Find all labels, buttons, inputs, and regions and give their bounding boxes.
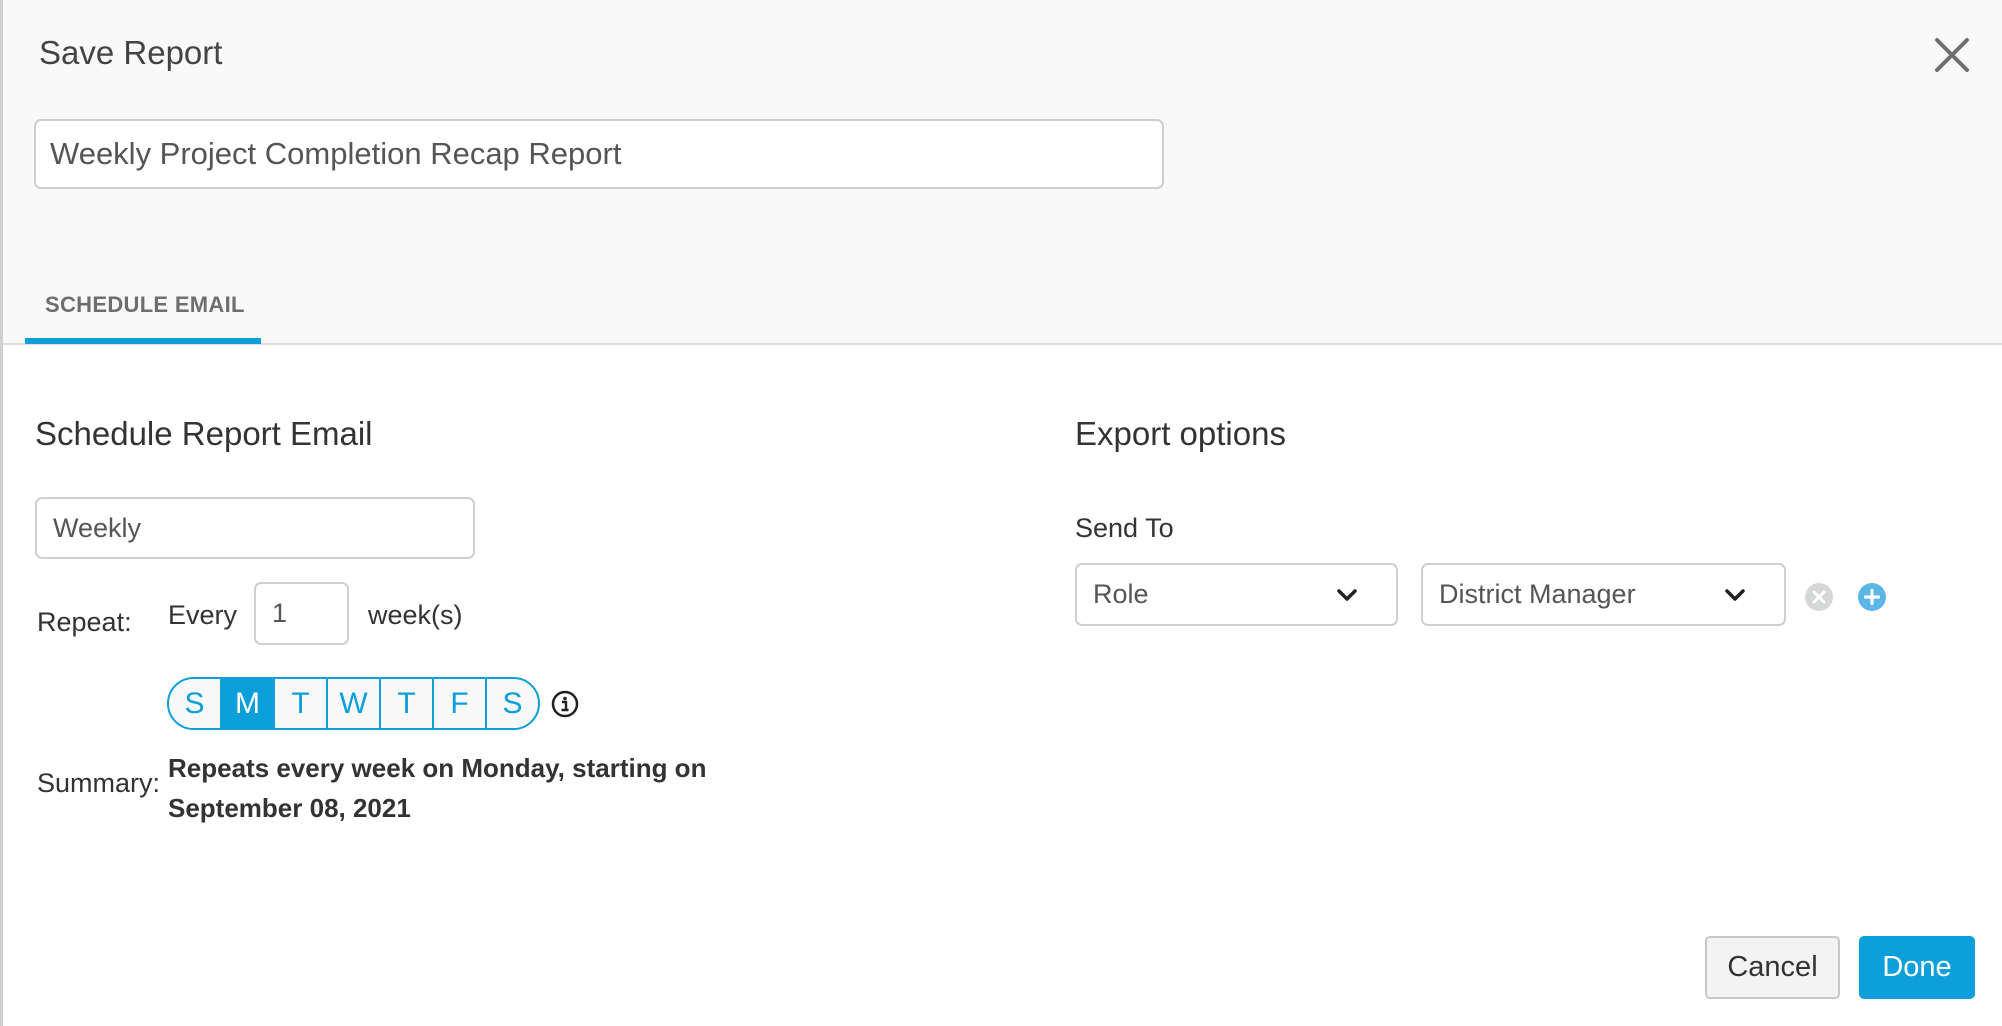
recipient-value-select[interactable]: District Manager [1421, 563, 1786, 626]
cancel-button[interactable]: Cancel [1705, 936, 1840, 999]
tab-label: SCHEDULE EMAIL [45, 292, 245, 317]
frequency-value: Weekly [53, 512, 142, 543]
day-tuesday[interactable]: T [275, 679, 328, 728]
summary-line-2: September 08, 2021 [168, 793, 411, 823]
day-monday[interactable]: M [222, 679, 275, 728]
report-name-input[interactable] [34, 119, 1164, 189]
repeat-label: Repeat: [37, 607, 132, 637]
recipient-type-value: Role [1093, 579, 1149, 609]
schedule-section-title: Schedule Report Email [35, 415, 373, 452]
day-saturday[interactable]: S [487, 679, 538, 728]
interval-unit-label: week(s) [368, 600, 463, 630]
day-wednesday[interactable]: W [328, 679, 381, 728]
day-sunday[interactable]: S [169, 679, 222, 728]
dialog-header: Save Report SCHEDULE EMAIL [3, 0, 2002, 345]
schedule-summary: Repeats every week on Monday, starting o… [168, 748, 768, 828]
info-icon[interactable] [551, 690, 579, 718]
recipient-type-select[interactable]: Role [1075, 563, 1398, 626]
day-friday[interactable]: F [434, 679, 487, 728]
interval-value: 1 [272, 598, 288, 628]
summary-line-1: Repeats every week on Monday, starting o… [168, 753, 707, 783]
recipient-value: District Manager [1439, 579, 1636, 609]
day-thursday[interactable]: T [381, 679, 434, 728]
chevron-down-icon [1725, 588, 1745, 601]
remove-recipient-icon[interactable] [1805, 583, 1833, 611]
done-button[interactable]: Done [1859, 936, 1975, 999]
close-icon[interactable] [1931, 34, 1973, 76]
tab-schedule-email[interactable]: SCHEDULE EMAIL [25, 280, 261, 344]
frequency-select[interactable]: Weekly [35, 497, 475, 559]
add-recipient-icon[interactable] [1858, 583, 1886, 611]
send-to-label: Send To [1075, 513, 1174, 543]
export-section-title: Export options [1075, 415, 1286, 452]
chevron-down-icon [1337, 588, 1357, 601]
dialog-title: Save Report [39, 34, 223, 71]
day-of-week-selector: S M T W T F S [167, 677, 540, 730]
interval-input[interactable]: 1 [254, 582, 349, 645]
save-report-dialog: Save Report SCHEDULE EMAIL Schedule Repo… [0, 0, 2002, 1026]
summary-label: Summary: [37, 768, 161, 798]
every-label: Every [168, 600, 238, 630]
tab-active-indicator [25, 338, 261, 344]
